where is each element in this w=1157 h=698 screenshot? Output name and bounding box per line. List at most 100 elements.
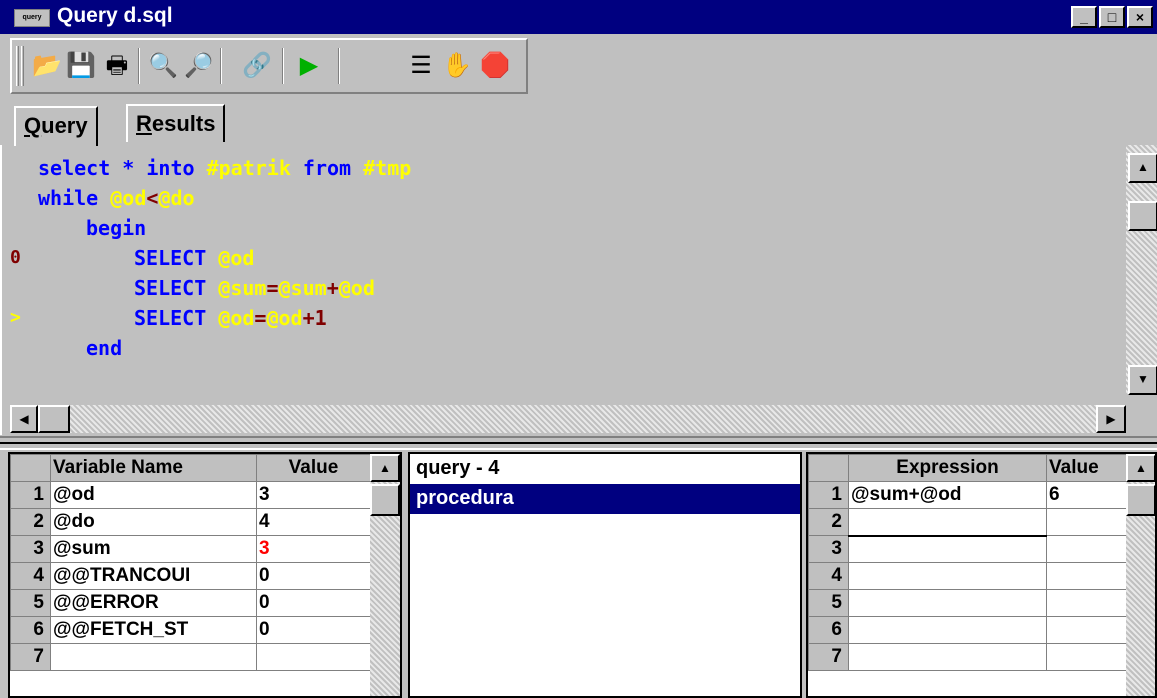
operator: = [254, 306, 267, 330]
variable-value-cell[interactable] [256, 643, 371, 671]
table-row[interactable]: 5 @@ERROR 0 [10, 589, 371, 617]
list-item-selected[interactable]: procedura [410, 484, 800, 514]
stop-hand-icon[interactable]: 🛑 [478, 48, 512, 84]
scroll-down-arrow-icon[interactable]: ▼ [1128, 365, 1157, 395]
code-line-3: begin [86, 213, 146, 243]
scroll-up-arrow-icon[interactable]: ▲ [1126, 454, 1155, 482]
variable-name-cell[interactable]: @@ERROR [50, 589, 257, 617]
expression-value-cell[interactable] [1046, 616, 1127, 644]
code-line-4: SELECT @od [134, 243, 254, 273]
expression-cell-active[interactable] [848, 508, 1047, 537]
scroll-right-arrow-icon[interactable]: ▶ [1096, 405, 1126, 433]
expression-cell[interactable] [848, 616, 1047, 644]
toolbar-grip[interactable] [16, 46, 19, 86]
table-row[interactable]: 4 [808, 562, 1127, 590]
table-row[interactable]: 1 @sum+@od 6 [808, 481, 1127, 509]
table-row[interactable]: 5 [808, 589, 1127, 617]
column-header-expression[interactable]: Expression [848, 454, 1047, 482]
expression-value-cell[interactable]: 6 [1046, 481, 1127, 509]
scroll-left-arrow-icon[interactable]: ◀ [10, 405, 38, 433]
keyword: SELECT [134, 276, 219, 300]
step-into-icon[interactable]: ☰ [404, 48, 438, 84]
scroll-up-arrow-icon[interactable]: ▲ [1128, 153, 1157, 183]
run-icon[interactable]: ▶ [292, 48, 326, 84]
column-header-value[interactable]: Value [1046, 454, 1127, 482]
variable-value-cell[interactable]: 0 [256, 589, 371, 617]
expression-cell[interactable] [848, 643, 1047, 671]
print-icon[interactable]: 🖶 [100, 48, 134, 84]
variable-name-cell[interactable]: @do [50, 508, 257, 536]
table-row[interactable]: 4 @@TRANCOUI 0 [10, 562, 371, 590]
table-row[interactable]: 2 @do 4 [10, 508, 371, 536]
variable-name-cell[interactable]: @sum [50, 535, 257, 563]
tab-results[interactable]: Results [126, 104, 226, 142]
list-item[interactable]: query - 4 [410, 454, 800, 484]
expression-value-cell[interactable] [1046, 589, 1127, 617]
table-row[interactable]: 7 [808, 643, 1127, 671]
table-row[interactable]: 2 [808, 508, 1127, 537]
expression-cell[interactable]: @sum+@od [848, 481, 1047, 509]
editor-horizontal-scrollbar[interactable] [10, 405, 1126, 433]
row-number: 6 [10, 616, 51, 644]
column-header-value[interactable]: Value [256, 454, 371, 482]
table-row[interactable]: 3 [808, 535, 1127, 563]
table-row[interactable]: 6 [808, 616, 1127, 644]
tab-results-accel: R [136, 111, 152, 136]
variable-value-cell[interactable]: 0 [256, 616, 371, 644]
variable-name-cell[interactable] [50, 643, 257, 671]
variable-value-cell[interactable]: 0 [256, 562, 371, 590]
code-line-6: SELECT @od=@od+1 [134, 303, 327, 333]
table-row[interactable]: 1 @od 3 [10, 481, 371, 509]
code-line-7: end [86, 333, 122, 363]
expression-value-cell[interactable] [1046, 643, 1127, 671]
hand-icon[interactable]: ✋ [440, 48, 474, 84]
identifier: @do [158, 186, 195, 210]
keyword: select * into [38, 156, 207, 180]
table-row[interactable]: 7 [10, 643, 371, 671]
row-number: 1 [10, 481, 51, 509]
scroll-thumb[interactable] [370, 484, 400, 516]
open-folder-icon[interactable]: 📂 [30, 48, 64, 84]
scroll-thumb[interactable] [1126, 484, 1155, 516]
variable-value-cell[interactable]: 4 [256, 508, 371, 536]
query-app-icon[interactable]: query [14, 9, 50, 27]
operator: + [326, 276, 339, 300]
minimize-button[interactable]: _ [1071, 6, 1097, 28]
variable-value-cell[interactable]: 3 [256, 481, 371, 509]
variable-name-cell[interactable]: @od [50, 481, 257, 509]
toolbar-separator [282, 48, 284, 84]
variable-value-cell-changed[interactable]: 3 [256, 535, 371, 563]
identifier: #tmp [363, 156, 412, 180]
breakpoint-marker[interactable]: 0 [10, 243, 21, 273]
hscroll-thumb[interactable] [38, 405, 70, 433]
expression-cell[interactable] [848, 562, 1047, 590]
find-next-icon[interactable]: 🔎 [182, 48, 216, 84]
close-button[interactable]: × [1127, 6, 1153, 28]
save-icon[interactable]: 💾 [64, 48, 98, 84]
code-area[interactable]: select * into #patrik from #tmp while @o… [2, 145, 1126, 395]
variable-name-cell[interactable]: @@FETCH_ST [50, 616, 257, 644]
expression-value-cell[interactable] [1046, 508, 1127, 536]
keyword: from [290, 156, 364, 180]
table-row[interactable]: 3 @sum 3 [10, 535, 371, 563]
maximize-button[interactable]: □ [1099, 6, 1125, 28]
tab-query[interactable]: Query [14, 106, 98, 146]
sql-editor[interactable]: select * into #patrik from #tmp while @o… [0, 145, 1157, 435]
operator: = [266, 276, 279, 300]
scroll-thumb[interactable] [1128, 201, 1157, 231]
expression-cell[interactable] [848, 589, 1047, 617]
expression-value-cell[interactable] [1046, 562, 1127, 590]
expression-cell[interactable] [848, 535, 1047, 563]
watch-grid: Expression Value 1 @sum+@od 6 2 3 4 5 6 7 [808, 454, 1127, 671]
table-row[interactable]: 6 @@FETCH_ST 0 [10, 616, 371, 644]
column-header-variable-name[interactable]: Variable Name [50, 454, 257, 482]
pane-splitter[interactable] [0, 436, 1157, 450]
toolbar-separator [138, 48, 140, 84]
expression-value-cell[interactable] [1046, 535, 1127, 563]
variable-name-cell[interactable]: @@TRANCOUI [50, 562, 257, 590]
identifier: @sum [278, 276, 327, 300]
find-icon[interactable]: 🔍 [146, 48, 180, 84]
scroll-up-arrow-icon[interactable]: ▲ [370, 454, 400, 482]
connect-icon[interactable]: 🔗 [240, 48, 274, 84]
window-title: Query d.sql [57, 4, 173, 27]
